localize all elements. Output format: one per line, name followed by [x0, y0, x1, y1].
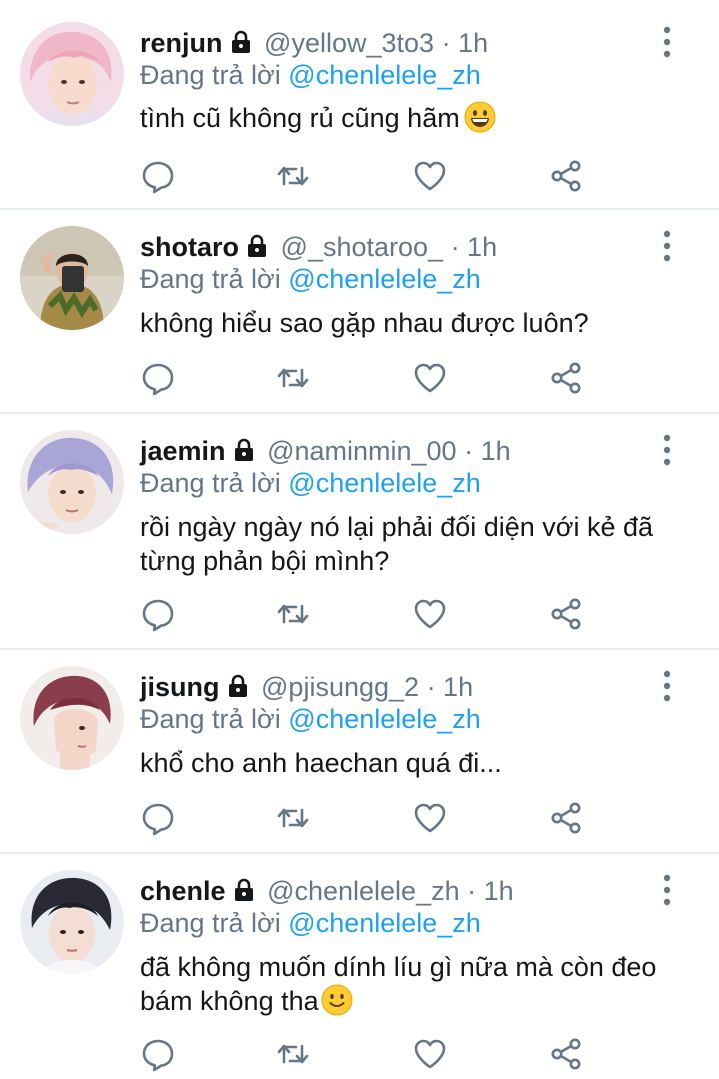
display-name[interactable]: jisung: [140, 672, 220, 702]
avatar-renjun: [20, 22, 124, 126]
reply-mention[interactable]: @chenlelele_zh: [288, 468, 481, 498]
reply-mention[interactable]: @chenlelele_zh: [288, 264, 481, 294]
handle[interactable]: @_shotaroo_: [281, 232, 444, 262]
reply-icon[interactable]: [140, 800, 180, 840]
reply-prefix: Đang trả lời: [140, 704, 281, 734]
share-icon[interactable]: [548, 1036, 588, 1076]
avatar-jaemin: [20, 430, 124, 534]
reply-prefix: Đang trả lời: [140, 468, 281, 498]
avatar-shotaro: [20, 226, 124, 330]
reply-icon[interactable]: [140, 1036, 180, 1076]
avatar[interactable]: [20, 666, 124, 770]
more-vertical-icon[interactable]: [652, 666, 682, 706]
tweet-shotaro[interactable]: shotaro @_shotaroo_ · 1h Đang trả lời @c…: [0, 210, 719, 412]
tweet-text: không hiểu sao gặp nhau được luôn?: [140, 306, 700, 340]
handle[interactable]: @pjisungg_2: [261, 672, 419, 702]
reply-mention[interactable]: @chenlelele_zh: [288, 704, 481, 734]
tweet-actions: [140, 800, 600, 840]
more-vertical-icon[interactable]: [652, 870, 682, 910]
handle[interactable]: @yellow_3to3: [264, 28, 434, 58]
reply-prefix: Đang trả lời: [140, 908, 281, 938]
tweet-body: không hiểu sao gặp nhau được luôn?: [140, 308, 589, 338]
retweet-icon[interactable]: [275, 1036, 315, 1076]
avatar-chenle: [20, 870, 124, 974]
tweet-actions: [140, 158, 600, 198]
replying-to: Đang trả lời @chenlelele_zh: [140, 906, 481, 940]
reply-prefix: Đang trả lời: [140, 60, 281, 90]
reply-prefix: Đang trả lời: [140, 264, 281, 294]
share-icon[interactable]: [548, 800, 588, 840]
retweet-icon[interactable]: [275, 800, 315, 840]
avatar-jisung: [20, 666, 124, 770]
display-name[interactable]: renjun: [140, 28, 223, 58]
tweet-jisung[interactable]: jisung @pjisungg_2 · 1h Đang trả lời @ch…: [0, 650, 719, 852]
tweet-actions: [140, 360, 600, 400]
timestamp: · 1h: [441, 28, 489, 58]
like-icon[interactable]: [412, 1036, 452, 1076]
reply-mention[interactable]: @chenlelele_zh: [288, 60, 481, 90]
grinning-face-emoji: [464, 101, 496, 141]
timestamp: · 1h: [464, 436, 511, 466]
avatar[interactable]: [20, 430, 124, 534]
tweet-body: tình cũ không rủ cũng hãm: [140, 103, 460, 133]
handle[interactable]: @chenlelele_zh: [267, 876, 460, 906]
tweet-renjun[interactable]: renjun @yellow_3to3 · 1h Đang trả lời @c…: [0, 0, 719, 208]
avatar[interactable]: [20, 22, 124, 126]
tweet-body: rồi ngày ngày nó lại phải đối diện với k…: [140, 512, 654, 576]
like-icon[interactable]: [412, 158, 452, 198]
share-icon[interactable]: [548, 596, 588, 636]
more-vertical-icon[interactable]: [652, 226, 682, 266]
like-icon[interactable]: [412, 800, 452, 840]
timestamp: · 1h: [426, 672, 474, 702]
display-name[interactable]: chenle: [140, 876, 226, 906]
reply-icon[interactable]: [140, 158, 180, 198]
tweet-body: đã không muốn dính líu gì nữa mà còn đeo…: [140, 952, 657, 1016]
tweet-jaemin[interactable]: jaemin @naminmin_00 · 1h Đang trả lời @c…: [0, 414, 719, 648]
handle[interactable]: @naminmin_00: [267, 436, 457, 466]
share-icon[interactable]: [548, 360, 588, 400]
tweet-text: tình cũ không rủ cũng hãm: [140, 101, 700, 141]
tweet-body: khổ cho anh haechan quá đi...: [140, 748, 502, 778]
more-vertical-icon[interactable]: [652, 430, 682, 470]
slightly-smiling-face-emoji: [321, 984, 353, 1024]
tweet-chenle[interactable]: chenle @chenlelele_zh · 1h Đang trả lời …: [0, 854, 719, 1079]
replying-to: Đang trả lời @chenlelele_zh: [140, 262, 481, 296]
reply-icon[interactable]: [140, 596, 180, 636]
tweet-actions: [140, 596, 600, 636]
retweet-icon[interactable]: [275, 158, 315, 198]
tweet-text: khổ cho anh haechan quá đi...: [140, 746, 700, 780]
like-icon[interactable]: [412, 596, 452, 636]
retweet-icon[interactable]: [275, 596, 315, 636]
replying-to: Đang trả lời @chenlelele_zh: [140, 58, 481, 92]
replying-to: Đang trả lời @chenlelele_zh: [140, 466, 481, 500]
more-vertical-icon[interactable]: [652, 22, 682, 62]
reply-icon[interactable]: [140, 360, 180, 400]
retweet-icon[interactable]: [275, 360, 315, 400]
timestamp: · 1h: [450, 232, 498, 262]
tweet-actions: [140, 1036, 600, 1076]
avatar[interactable]: [20, 870, 124, 974]
like-icon[interactable]: [412, 360, 452, 400]
display-name[interactable]: shotaro: [140, 232, 239, 262]
tweet-text: đã không muốn dính líu gì nữa mà còn đeo…: [140, 950, 685, 1024]
timestamp: · 1h: [467, 876, 514, 906]
avatar[interactable]: [20, 226, 124, 330]
replying-to: Đang trả lời @chenlelele_zh: [140, 702, 481, 736]
reply-mention[interactable]: @chenlelele_zh: [288, 908, 481, 938]
tweet-text: rồi ngày ngày nó lại phải đối diện với k…: [140, 510, 680, 578]
share-icon[interactable]: [548, 158, 588, 198]
display-name[interactable]: jaemin: [140, 436, 226, 466]
